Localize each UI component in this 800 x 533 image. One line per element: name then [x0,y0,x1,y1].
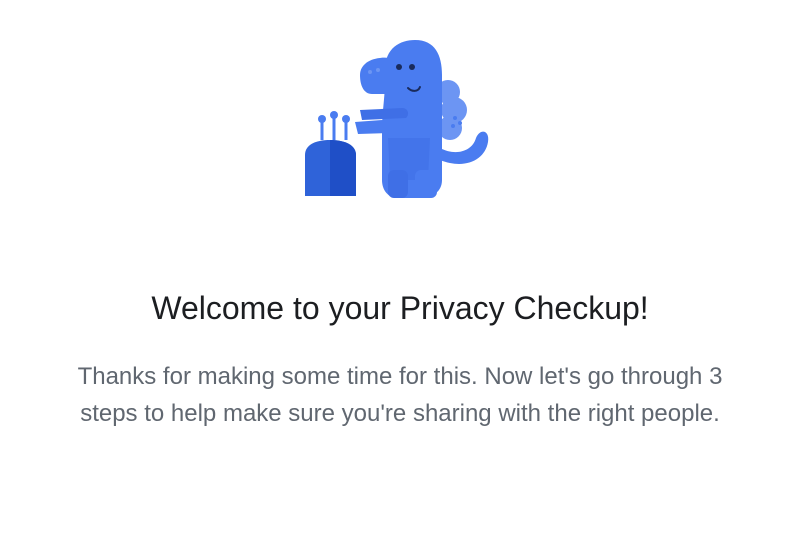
privacy-dinosaur-icon [305,40,489,198]
privacy-checkup-welcome-screen: Welcome to your Privacy Checkup! Thanks … [0,0,800,533]
privacy-dinosaur-illustration [290,30,510,210]
page-title: Welcome to your Privacy Checkup! [151,290,649,326]
welcome-description: Thanks for making some time for this. No… [77,363,723,427]
